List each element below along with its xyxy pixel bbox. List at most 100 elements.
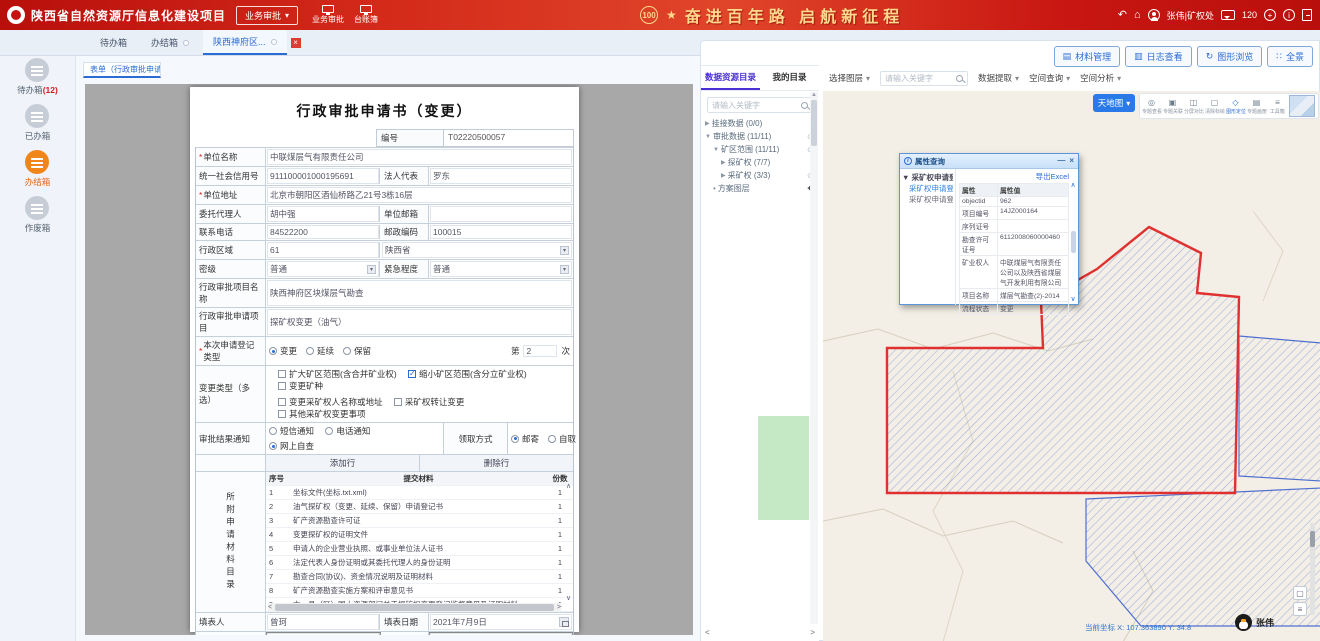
map-canvas[interactable]: 天地图 ◎专题查看 ▣专题关联 ◫分屏对比 ▢清除标绘 ◇图形定位 ▤专题画册 … <box>823 91 1320 641</box>
log-view-button[interactable]: ▥日志查看 <box>1125 46 1192 67</box>
basemap-button[interactable]: 天地图 <box>1093 94 1135 112</box>
tab-my-catalog[interactable]: 我的目录 <box>760 66 819 90</box>
nav-item-ledger[interactable]: 台账簿 <box>354 5 378 25</box>
tool-theme-album[interactable]: ▤专题画册 <box>1246 98 1267 115</box>
minimize-icon[interactable]: — <box>1057 157 1065 165</box>
spatial-query-menu[interactable]: 空间查询 <box>1029 72 1070 84</box>
plus-icon[interactable]: + <box>1264 9 1276 21</box>
sidebar-item-finished[interactable]: 办结箱 <box>25 150 51 188</box>
tool-split-compare[interactable]: ◫分屏对比 <box>1183 98 1204 115</box>
secret-field[interactable]: 普通 ▾ <box>267 261 380 277</box>
nav-item-business-approval[interactable]: 业务审批 <box>312 5 344 25</box>
radio-online[interactable]: 网上自查 <box>269 440 314 452</box>
home-icon[interactable]: ⌂ <box>1134 10 1141 21</box>
tree-node-approval-data[interactable]: 审批数据 (11/11)⊙ <box>701 130 819 143</box>
urgency-field[interactable]: 普通 ▾ <box>430 261 572 277</box>
secret-dropdown-icon[interactable]: ▾ <box>367 265 376 274</box>
tab-done-box[interactable]: 办结箱 <box>141 31 199 54</box>
radio-change[interactable]: 变更 <box>269 345 297 357</box>
scrollbar-thumb[interactable] <box>1071 231 1076 253</box>
radio-pickup[interactable]: 自取 <box>548 433 576 445</box>
chevron-down-icon[interactable] <box>713 147 719 153</box>
radio-phone[interactable]: 电话通知 <box>325 425 370 437</box>
checkbox-other[interactable]: 其他采矿权变更事项 <box>278 408 366 420</box>
result-group[interactable]: ▼ 采矿权申请登记 <box>902 172 953 183</box>
material-row[interactable]: 2油气探矿权（变更、延续、保留）申请登记书1 <box>266 500 573 514</box>
scrollbar-thumb[interactable] <box>275 604 554 611</box>
result-item-2[interactable]: 采矿权申请登记-2 <box>902 194 953 205</box>
list-box-icon[interactable]: ≡ <box>1293 602 1307 616</box>
close-icon[interactable]: × <box>1069 157 1074 165</box>
search-icon[interactable] <box>801 102 808 109</box>
credit-code-field[interactable]: 911100001000195691 <box>267 168 380 184</box>
material-row[interactable]: 3矿产资源勘查许可证1 <box>266 514 573 528</box>
map-zoom-slider[interactable] <box>1310 523 1315 615</box>
tree-node-mine-area[interactable]: 矿区范围 (11/11)⊙ <box>701 143 819 156</box>
material-row[interactable]: 5申请人的企业营业执照、或事业单位法人证书1 <box>266 542 573 556</box>
tree-node-plan-layer[interactable]: 方案图层✦ <box>701 182 819 195</box>
phone-field[interactable]: 84522200 <box>267 225 380 239</box>
materials-horizontal-scrollbar[interactable] <box>268 603 561 612</box>
radio-retain[interactable]: 保留 <box>343 345 371 357</box>
checkbox-transfer[interactable]: 采矿权转让变更 <box>394 396 465 408</box>
search-icon[interactable] <box>956 75 963 82</box>
sidebar-item-todo[interactable]: 待办箱(12) <box>17 58 58 96</box>
legal-rep-field[interactable]: 罗东 <box>430 168 572 184</box>
graphic-browse-button[interactable]: ↻图形浏览 <box>1197 46 1263 67</box>
back-icon[interactable]: ↶ <box>1118 10 1127 21</box>
filler-field[interactable]: 曾珂 <box>267 614 380 630</box>
unit-email-field[interactable] <box>430 206 572 222</box>
serial-value[interactable]: T02220500057 <box>444 129 574 147</box>
checkbox-change-owner[interactable]: 变更采矿权人名称或地址 <box>278 396 383 408</box>
tree-node-exploration-right[interactable]: 探矿权 (7/7) <box>701 156 819 169</box>
chevron-right-icon[interactable] <box>721 172 726 179</box>
dialog-scrollbar[interactable] <box>1069 181 1077 303</box>
qq-widget[interactable]: 张伟 <box>1235 614 1274 631</box>
tab-shenfu-project[interactable]: 陕西神府区... <box>203 30 287 55</box>
materials-vertical-scrollbar[interactable] <box>564 482 573 602</box>
tree-node-linked-data[interactable]: 挂接数据 (0/0) <box>701 117 819 130</box>
map-search[interactable] <box>880 71 968 86</box>
agent-field[interactable]: 胡中强 <box>267 206 380 222</box>
form-subtab[interactable]: 表单（行政审批申请... <box>83 62 161 78</box>
unit-name-field[interactable]: 中联煤层气有限责任公司 <box>267 149 572 165</box>
user-avatar[interactable] <box>1148 9 1160 21</box>
region-name-field[interactable]: 陕西省 ▾ <box>382 242 572 258</box>
module-dropdown[interactable]: 业务审批 <box>236 6 298 25</box>
radio-renew[interactable]: 延续 <box>306 345 334 357</box>
unit-addr-field[interactable]: 北京市朝阳区酒仙桥路乙21号3栋16层 <box>267 187 572 203</box>
region-dropdown-icon[interactable]: ▾ <box>560 246 569 255</box>
times-field[interactable]: 2 <box>523 345 557 357</box>
catalog-search-input[interactable] <box>712 101 801 110</box>
apply-item-field[interactable]: 探矿权变更（油气） <box>267 309 572 335</box>
project-name-field[interactable]: 陕西神府区块煤层气勘查 <box>267 280 572 306</box>
chevron-down-icon[interactable] <box>705 134 711 140</box>
tab-todo-box[interactable]: 待办箱 <box>90 31 137 54</box>
material-row[interactable]: 8矿产资源勘查实施方案和评审意见书1 <box>266 584 573 598</box>
fill-date-field[interactable]: 2021年7月9日 <box>430 614 572 630</box>
spatial-analysis-menu[interactable]: 空间分析 <box>1080 72 1121 84</box>
export-excel-link[interactable]: 导出Excel <box>959 171 1069 182</box>
accept-date-field[interactable]: 2022年5月9日 <box>430 633 572 635</box>
chevron-right-icon[interactable] <box>705 120 710 127</box>
sidebar-item-voided[interactable]: 作废箱 <box>25 196 51 234</box>
message-icon[interactable] <box>1221 10 1235 20</box>
close-icon[interactable] <box>291 38 301 48</box>
catalog-search[interactable] <box>707 97 813 113</box>
catalog-scrollbar[interactable] <box>810 92 818 624</box>
dialog-titlebar[interactable]: i 属性查询 — × <box>900 154 1078 169</box>
material-manage-button[interactable]: ▤材料管理 <box>1054 46 1121 67</box>
logout-icon[interactable] <box>1302 9 1312 21</box>
qq-penguin-icon[interactable] <box>1235 614 1252 631</box>
layer-select-dropdown[interactable]: 选择图层 <box>829 72 870 84</box>
tab-data-resource-catalog[interactable]: 数据资源目录 <box>701 66 760 90</box>
radio-sms[interactable]: 短信通知 <box>269 425 314 437</box>
checkbox-reduce-area[interactable]: 缩小矿区范围(含分立矿业权) <box>408 368 527 380</box>
fullscreen-button[interactable]: ∷全景 <box>1267 46 1313 67</box>
add-row-button[interactable]: 添加行 <box>266 455 420 471</box>
info-icon[interactable]: i <box>1283 9 1295 21</box>
material-row[interactable]: 1坐标文件(坐标.txt.xml)1 <box>266 486 573 500</box>
tool-clear-draw[interactable]: ▢清除标绘 <box>1204 98 1225 115</box>
tool-toolbox[interactable]: ≡工具箱 <box>1267 98 1288 115</box>
data-extract-menu[interactable]: 数据提取 <box>978 72 1019 84</box>
